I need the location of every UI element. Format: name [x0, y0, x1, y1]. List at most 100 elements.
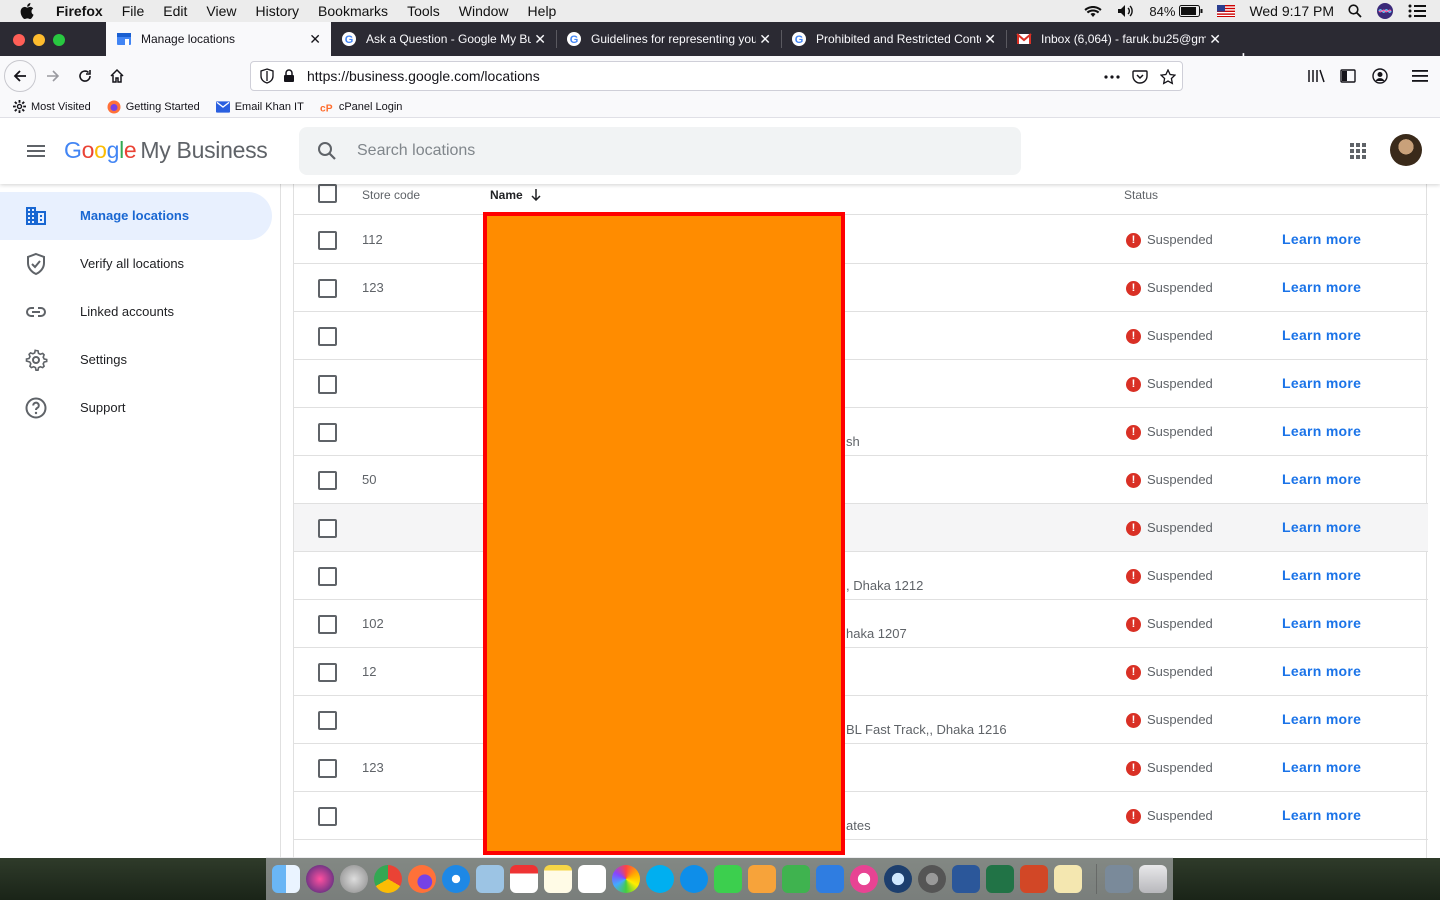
skype-icon[interactable]: [646, 865, 674, 893]
clock[interactable]: Wed 9:17 PM: [1249, 3, 1334, 19]
chrome-icon[interactable]: [374, 865, 402, 893]
row-checkbox[interactable]: [318, 663, 337, 682]
bookmark-star-icon[interactable]: [1159, 68, 1177, 86]
battery-icon[interactable]: [1179, 5, 1203, 17]
close-tab-icon[interactable]: ✕: [309, 31, 321, 47]
table-row[interactable]: ates! Suspended Learn more: [294, 792, 1428, 840]
table-row[interactable]: ! Suspended Learn more: [294, 360, 1428, 408]
learn-more-link[interactable]: Learn more: [1282, 663, 1361, 679]
spotlight-icon[interactable]: [1348, 4, 1362, 18]
firefox-icon[interactable]: [408, 865, 436, 893]
menu-history[interactable]: History: [255, 3, 299, 19]
row-checkbox[interactable]: [318, 519, 337, 538]
excel-icon[interactable]: [986, 865, 1014, 893]
row-checkbox[interactable]: [318, 279, 337, 298]
trash-icon[interactable]: [1139, 865, 1167, 893]
notes-icon[interactable]: [544, 865, 572, 893]
safari-icon[interactable]: [442, 865, 470, 893]
tracking-protection-icon[interactable]: [259, 68, 275, 84]
system-preferences-icon[interactable]: [918, 865, 946, 893]
learn-more-link[interactable]: Learn more: [1282, 471, 1361, 487]
bookmark-most-visited[interactable]: Most Visited: [12, 100, 91, 114]
pocket-icon[interactable]: [1131, 68, 1149, 86]
learn-more-link[interactable]: Learn more: [1282, 519, 1361, 535]
app-menu-icon[interactable]: [1406, 62, 1434, 90]
siri-icon[interactable]: [306, 865, 334, 893]
sidebar-item-manage-locations[interactable]: Manage locations: [0, 192, 272, 240]
table-row[interactable]: ! Suspended Learn more: [294, 504, 1428, 552]
table-row[interactable]: ! Suspended Learn more: [294, 312, 1428, 360]
apple-icon[interactable]: [18, 2, 36, 20]
search-icon[interactable]: [315, 139, 339, 163]
table-row[interactable]: , Dhaka 1212! Suspended Learn more: [294, 552, 1428, 600]
bookmark-getting-started[interactable]: Getting Started: [107, 100, 200, 114]
search-bar[interactable]: Search locations: [299, 127, 1021, 175]
sidebar-item-linked-accounts[interactable]: Linked accounts: [0, 288, 272, 336]
powerpoint-icon[interactable]: [1020, 865, 1048, 893]
pages-icon[interactable]: [748, 865, 776, 893]
tab-guidelines[interactable]: G Guidelines for representing you ✕: [556, 22, 782, 56]
column-status[interactable]: Status: [1124, 188, 1158, 202]
menu-help[interactable]: Help: [528, 3, 557, 19]
tab-prohibited-content[interactable]: G Prohibited and Restricted Conte ✕: [781, 22, 1007, 56]
row-checkbox[interactable]: [318, 327, 337, 346]
select-all-checkbox[interactable]: [318, 184, 337, 203]
learn-more-link[interactable]: Learn more: [1282, 327, 1361, 343]
reminders-icon[interactable]: [578, 865, 606, 893]
teamviewer-icon[interactable]: [680, 865, 708, 893]
learn-more-link[interactable]: Learn more: [1282, 759, 1361, 775]
calendar-icon[interactable]: [510, 865, 538, 893]
flag-icon[interactable]: [1217, 5, 1236, 17]
google-apps-icon[interactable]: [1346, 139, 1370, 163]
close-tab-icon[interactable]: ✕: [984, 31, 996, 47]
library-icon[interactable]: [1302, 62, 1330, 90]
avatar[interactable]: [1390, 134, 1422, 166]
row-checkbox[interactable]: [318, 423, 337, 442]
tab-ask-question[interactable]: G Ask a Question - Google My Bu ✕: [331, 22, 557, 56]
sort-arrow-down-icon[interactable]: [531, 189, 541, 204]
numbers-icon[interactable]: [782, 865, 810, 893]
zoom-window-button[interactable]: [53, 34, 65, 46]
row-checkbox[interactable]: [318, 231, 337, 250]
row-checkbox[interactable]: [318, 615, 337, 634]
menu-tools[interactable]: Tools: [407, 3, 440, 19]
table-row[interactable]: 50! Suspended Learn more: [294, 456, 1428, 504]
photos-icon[interactable]: [612, 865, 640, 893]
keynote-icon[interactable]: [816, 865, 844, 893]
facetime-icon[interactable]: [714, 865, 742, 893]
menu-file[interactable]: File: [122, 3, 145, 19]
menu-edit[interactable]: Edit: [163, 3, 187, 19]
google-my-business-logo[interactable]: Google My Business: [64, 137, 268, 164]
bookmark-email-khan-it[interactable]: Email Khan IT: [215, 100, 304, 114]
bookmark-cpanel-login[interactable]: cP cPanel Login: [320, 100, 403, 114]
learn-more-link[interactable]: Learn more: [1282, 375, 1361, 391]
learn-more-link[interactable]: Learn more: [1282, 423, 1361, 439]
sidebar-item-settings[interactable]: Settings: [0, 336, 272, 384]
menu-window[interactable]: Window: [459, 3, 509, 19]
table-row[interactable]: 123! Suspended Learn more: [294, 744, 1428, 792]
home-button[interactable]: [103, 62, 131, 90]
row-checkbox[interactable]: [318, 567, 337, 586]
learn-more-link[interactable]: Learn more: [1282, 615, 1361, 631]
minimize-window-button[interactable]: [33, 34, 45, 46]
close-window-button[interactable]: [13, 34, 25, 46]
table-row[interactable]: 12! Suspended Learn more: [294, 648, 1428, 696]
learn-more-link[interactable]: Learn more: [1282, 711, 1361, 727]
menu-view[interactable]: View: [206, 3, 236, 19]
close-tab-icon[interactable]: ✕: [759, 31, 771, 47]
learn-more-link[interactable]: Learn more: [1282, 807, 1361, 823]
quicktime-icon[interactable]: [884, 865, 912, 893]
row-checkbox[interactable]: [318, 375, 337, 394]
preview-icon[interactable]: [476, 865, 504, 893]
forward-button[interactable]: [39, 62, 67, 90]
word-icon[interactable]: [952, 865, 980, 893]
textedit-icon[interactable]: [1054, 865, 1082, 893]
table-row[interactable]: sh! Suspended Learn more: [294, 408, 1428, 456]
row-checkbox[interactable]: [318, 807, 337, 826]
notification-center-icon[interactable]: [1408, 4, 1426, 18]
siri-icon[interactable]: [1376, 2, 1394, 20]
itunes-icon[interactable]: [850, 865, 878, 893]
column-store-code[interactable]: Store code: [362, 188, 420, 202]
sidebar-toggle-icon[interactable]: [1334, 62, 1362, 90]
app-menu[interactable]: Firefox: [56, 3, 103, 19]
